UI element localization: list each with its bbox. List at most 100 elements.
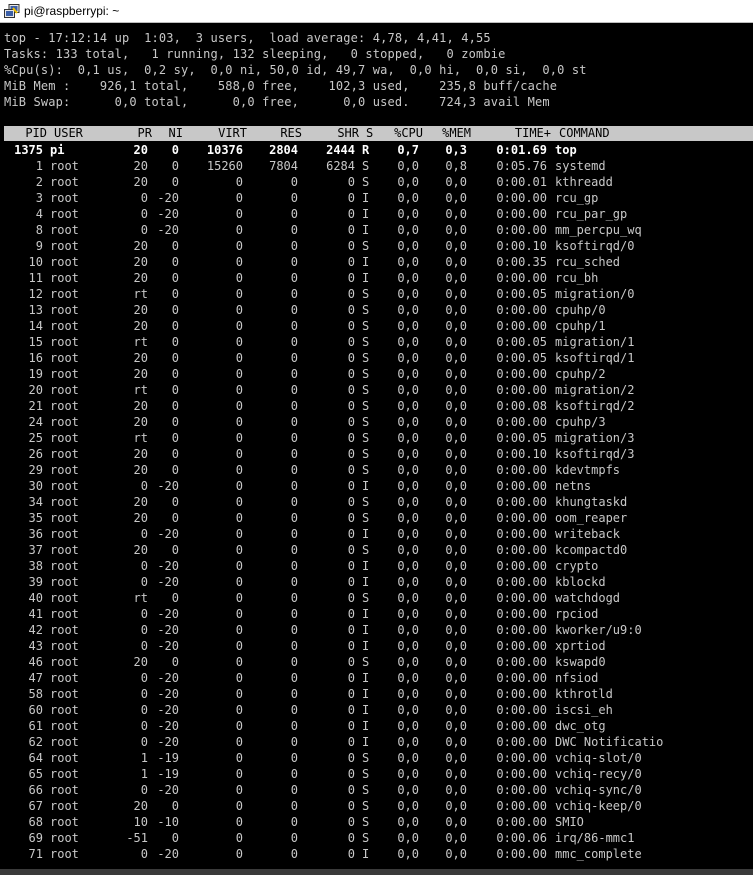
- pid-cell: 35: [28, 511, 43, 525]
- user-cell: root: [50, 223, 79, 237]
- command-cell: vchiq-recy/0: [555, 767, 642, 781]
- res-cell: 0: [290, 703, 298, 717]
- process-row: 3 root 0 -20 0 0 0 I 0,0 0,0 0:00.00 rcu_gp: [0, 190, 753, 206]
- pid-cell: 61: [28, 719, 43, 733]
- res-cell: 0: [290, 735, 298, 749]
- time-cell: 0:00.00: [496, 639, 547, 653]
- pid-cell: 40: [28, 591, 43, 605]
- user-cell: root: [50, 751, 79, 765]
- cpu-cell: 0,0: [397, 223, 419, 237]
- pid-cell: 26: [28, 447, 43, 461]
- virt-cell: 0: [235, 623, 243, 637]
- cpu-cell: 0,0: [397, 591, 419, 605]
- pr-cell: 20: [133, 319, 148, 333]
- process-row: 37 root 20 0 0 0 0 S 0,0 0,0 0:00.00 kcompactd0: [0, 542, 753, 558]
- res-cell: 0: [290, 351, 298, 365]
- ni-cell: -10: [157, 815, 179, 829]
- cpu-cell: 0,0: [397, 399, 419, 413]
- shr-cell: 0: [347, 639, 355, 653]
- pid-cell: 24: [28, 415, 43, 429]
- mem-cell: 0,0: [445, 623, 467, 637]
- virt-cell: 0: [235, 383, 243, 397]
- cpu-cell: 0,0: [397, 559, 419, 573]
- mem-cell: 0,0: [445, 367, 467, 381]
- ni-cell: -20: [157, 191, 179, 205]
- cpu-cell: 0,0: [397, 415, 419, 429]
- mem-cell: 0,0: [445, 335, 467, 349]
- shr-cell: 0: [347, 719, 355, 733]
- cpu-cell: 0,0: [397, 447, 419, 461]
- ni-cell: 0: [171, 431, 179, 445]
- virt-cell: 0: [235, 415, 243, 429]
- shr-cell: 0: [347, 671, 355, 685]
- pid-cell: 64: [28, 751, 43, 765]
- process-row: 71 root 0 -20 0 0 0 I 0,0 0,0 0:00.00 mmc_complete: [0, 846, 753, 862]
- col-cpu: %CPU: [394, 126, 423, 140]
- virt-cell: 0: [235, 367, 243, 381]
- mem-cell: 0,0: [445, 719, 467, 733]
- res-cell: 0: [290, 415, 298, 429]
- ni-cell: 0: [171, 383, 179, 397]
- pr-cell: 20: [133, 399, 148, 413]
- ni-cell: 0: [171, 399, 179, 413]
- command-cell: khungtaskd: [555, 495, 628, 509]
- pid-cell: 30: [28, 479, 43, 493]
- ni-cell: -20: [157, 639, 179, 653]
- pr-cell: 1: [140, 767, 148, 781]
- state-cell: I: [362, 271, 370, 285]
- command-cell: irq/86-mmc1: [555, 831, 635, 845]
- user-cell: root: [50, 703, 79, 717]
- time-cell: 0:00.00: [496, 591, 547, 605]
- pid-cell: 16: [28, 351, 43, 365]
- user-cell: root: [50, 255, 79, 269]
- state-cell: S: [362, 175, 370, 189]
- cpu-cell: 0,0: [397, 527, 419, 541]
- shr-cell: 0: [347, 559, 355, 573]
- time-cell: 0:00.00: [496, 623, 547, 637]
- command-cell: ksoftirqd/3: [555, 447, 635, 461]
- pr-cell: 20: [133, 303, 148, 317]
- pr-cell: 20: [133, 463, 148, 477]
- shr-cell: 0: [347, 255, 355, 269]
- shr-cell: 0: [347, 239, 355, 253]
- user-cell: root: [50, 575, 79, 589]
- process-row: 58 root 0 -20 0 0 0 I 0,0 0,0 0:00.00 kthrotld: [0, 686, 753, 702]
- shr-cell: 0: [347, 607, 355, 621]
- window-titlebar[interactable]: pi@raspberrypi: ~: [0, 0, 753, 23]
- res-cell: 2804: [269, 143, 298, 157]
- state-cell: I: [362, 255, 370, 269]
- state-cell: S: [362, 351, 370, 365]
- time-cell: 0:00.00: [496, 671, 547, 685]
- mem-cell: 0,0: [445, 223, 467, 237]
- ni-cell: 0: [171, 143, 179, 157]
- pr-cell: 20: [133, 799, 148, 813]
- user-cell: root: [50, 159, 79, 173]
- shr-cell: 0: [347, 687, 355, 701]
- col-mem: %MEM: [442, 126, 471, 140]
- shr-cell: 0: [347, 479, 355, 493]
- res-cell: 0: [290, 495, 298, 509]
- terminal[interactable]: top - 17:12:14 up 1:03, 3 users, load av…: [0, 24, 753, 871]
- command-cell: xprtiod: [555, 639, 606, 653]
- pr-cell: rt: [133, 287, 148, 301]
- user-cell: root: [50, 527, 79, 541]
- tasks-line: Tasks: 133 total, 1 running, 132 sleepin…: [4, 47, 506, 61]
- time-cell: 0:00.00: [496, 207, 547, 221]
- ni-cell: 0: [171, 271, 179, 285]
- command-cell: migration/2: [555, 383, 635, 397]
- process-row: 34 root 20 0 0 0 0 S 0,0 0,0 0:00.00 khungtaskd: [0, 494, 753, 510]
- shr-cell: 0: [347, 831, 355, 845]
- mem-cell: 0,0: [445, 703, 467, 717]
- user-cell: root: [50, 463, 79, 477]
- cpu-cell: 0,0: [397, 799, 419, 813]
- state-cell: S: [362, 367, 370, 381]
- mem-cell: 0,0: [445, 783, 467, 797]
- pr-cell: 0: [140, 639, 148, 653]
- pr-cell: 20: [133, 175, 148, 189]
- process-row: 15 root rt 0 0 0 0 S 0,0 0,0 0:00.05 migration/1: [0, 334, 753, 350]
- time-cell: 0:00.00: [496, 319, 547, 333]
- time-cell: 0:00.00: [496, 303, 547, 317]
- pr-cell: 0: [140, 847, 148, 861]
- mem-line: MiB Mem : 926,1 total, 588,0 free, 102,3…: [4, 79, 558, 93]
- mem-cell: 0,0: [445, 479, 467, 493]
